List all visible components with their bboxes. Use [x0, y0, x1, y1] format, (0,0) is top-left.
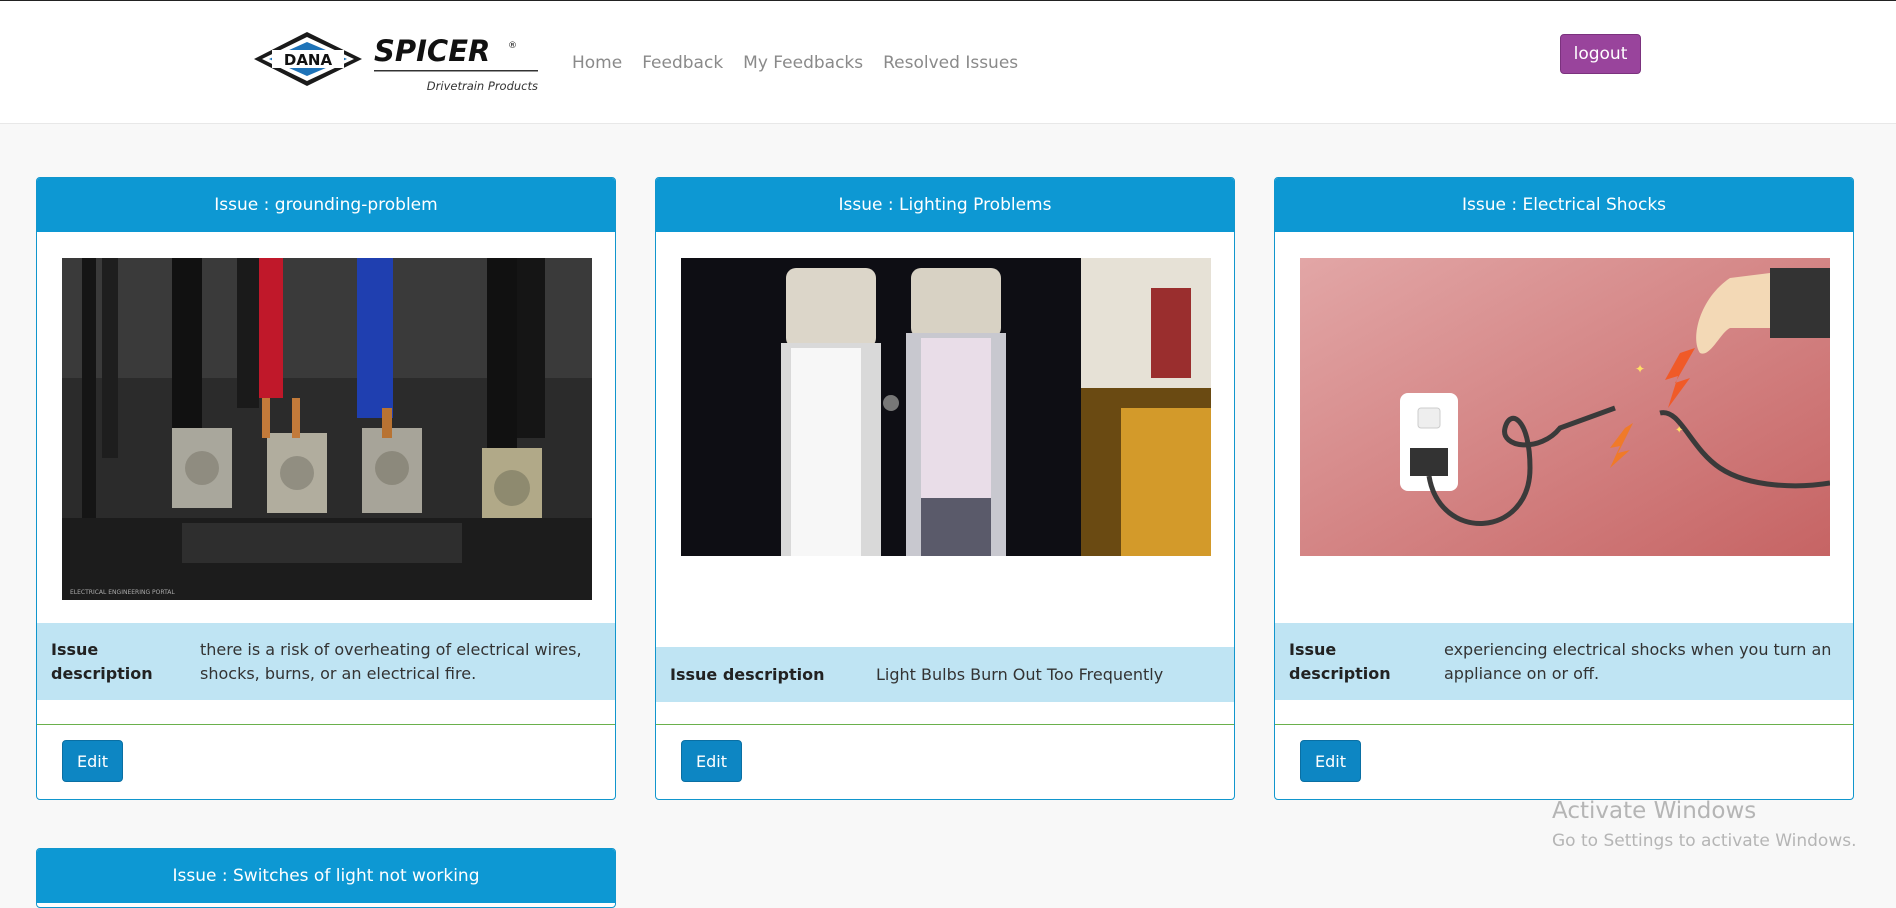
svg-text:®: ®: [508, 41, 517, 51]
issue-card: Issue : Switches of light not working: [36, 848, 616, 908]
issue-description-label: Issue description: [670, 664, 825, 684]
svg-text:DANA: DANA: [284, 51, 333, 69]
top-navbar: DANA SPICER ® Drivetrain Products Home F…: [0, 1, 1896, 124]
issue-description-row: Issue description experiencing electrica…: [1275, 623, 1853, 700]
svg-text:✦: ✦: [1675, 425, 1683, 436]
issue-image: ELECTRICAL ENGINEERING PORTAL: [62, 258, 592, 600]
main-nav: Home Feedback My Feedbacks Resolved Issu…: [572, 53, 1018, 73]
card-title: Issue : Lighting Problems: [656, 178, 1234, 232]
svg-text:✦: ✦: [1635, 362, 1645, 376]
issue-image: [681, 258, 1211, 556]
edit-button[interactable]: Edit: [62, 740, 123, 782]
electrical-panel-photo: ELECTRICAL ENGINEERING PORTAL: [62, 258, 592, 600]
activate-windows-subtext: Go to Settings to activate Windows.: [1552, 831, 1857, 851]
svg-text:ELECTRICAL ENGINEERING PORTAL: ELECTRICAL ENGINEERING PORTAL: [70, 589, 175, 596]
issue-description-label: Issue description: [1289, 639, 1391, 683]
issue-description-row: Issue description Light Bulbs Burn Out T…: [656, 647, 1234, 702]
issue-description-row: Issue description there is a risk of ove…: [37, 623, 615, 700]
issue-card: Issue : Lighting Problems Issue descript…: [655, 177, 1235, 800]
fluorescent-bulbs-photo: [681, 258, 1211, 556]
issue-description-value: experiencing electrical shocks when you …: [1444, 639, 1832, 683]
activate-windows-watermark: Activate Windows: [1552, 798, 1757, 824]
edit-button[interactable]: Edit: [1300, 740, 1361, 782]
nav-home-link[interactable]: Home: [572, 53, 622, 73]
brand-logo[interactable]: DANA SPICER ® Drivetrain Products: [252, 29, 542, 97]
nav-my-feedbacks-link[interactable]: My Feedbacks: [743, 53, 863, 73]
issue-image: ✦ ✦: [1300, 258, 1830, 556]
card-footer: Edit: [1275, 724, 1853, 782]
card-title: Issue : grounding-problem: [37, 178, 615, 232]
svg-text:SPICER: SPICER: [374, 34, 490, 68]
card-title: Issue : Switches of light not working: [37, 849, 615, 903]
dana-spicer-logo: DANA SPICER ® Drivetrain Products: [254, 32, 538, 93]
card-title: Issue : Electrical Shocks: [1275, 178, 1853, 232]
issue-card: Issue : grounding-problem ELECTRICAL ENG…: [36, 177, 616, 800]
logout-button[interactable]: logout: [1560, 34, 1641, 74]
issue-description-value: Light Bulbs Burn Out Too Frequently: [876, 664, 1164, 684]
card-footer: Edit: [37, 724, 615, 782]
issue-description-value: there is a risk of overheating of electr…: [200, 639, 582, 683]
nav-feedback-link[interactable]: Feedback: [642, 53, 723, 73]
svg-text:Drivetrain Products: Drivetrain Products: [427, 79, 538, 93]
issue-card: Issue : Electrical Shocks ✦ ✦ Issue desc…: [1274, 177, 1854, 800]
nav-resolved-issues-link[interactable]: Resolved Issues: [883, 53, 1018, 73]
card-footer: Edit: [656, 724, 1234, 782]
issue-description-label: Issue description: [51, 639, 153, 683]
edit-button[interactable]: Edit: [681, 740, 742, 782]
electrical-shock-illustration: ✦ ✦: [1300, 258, 1830, 556]
